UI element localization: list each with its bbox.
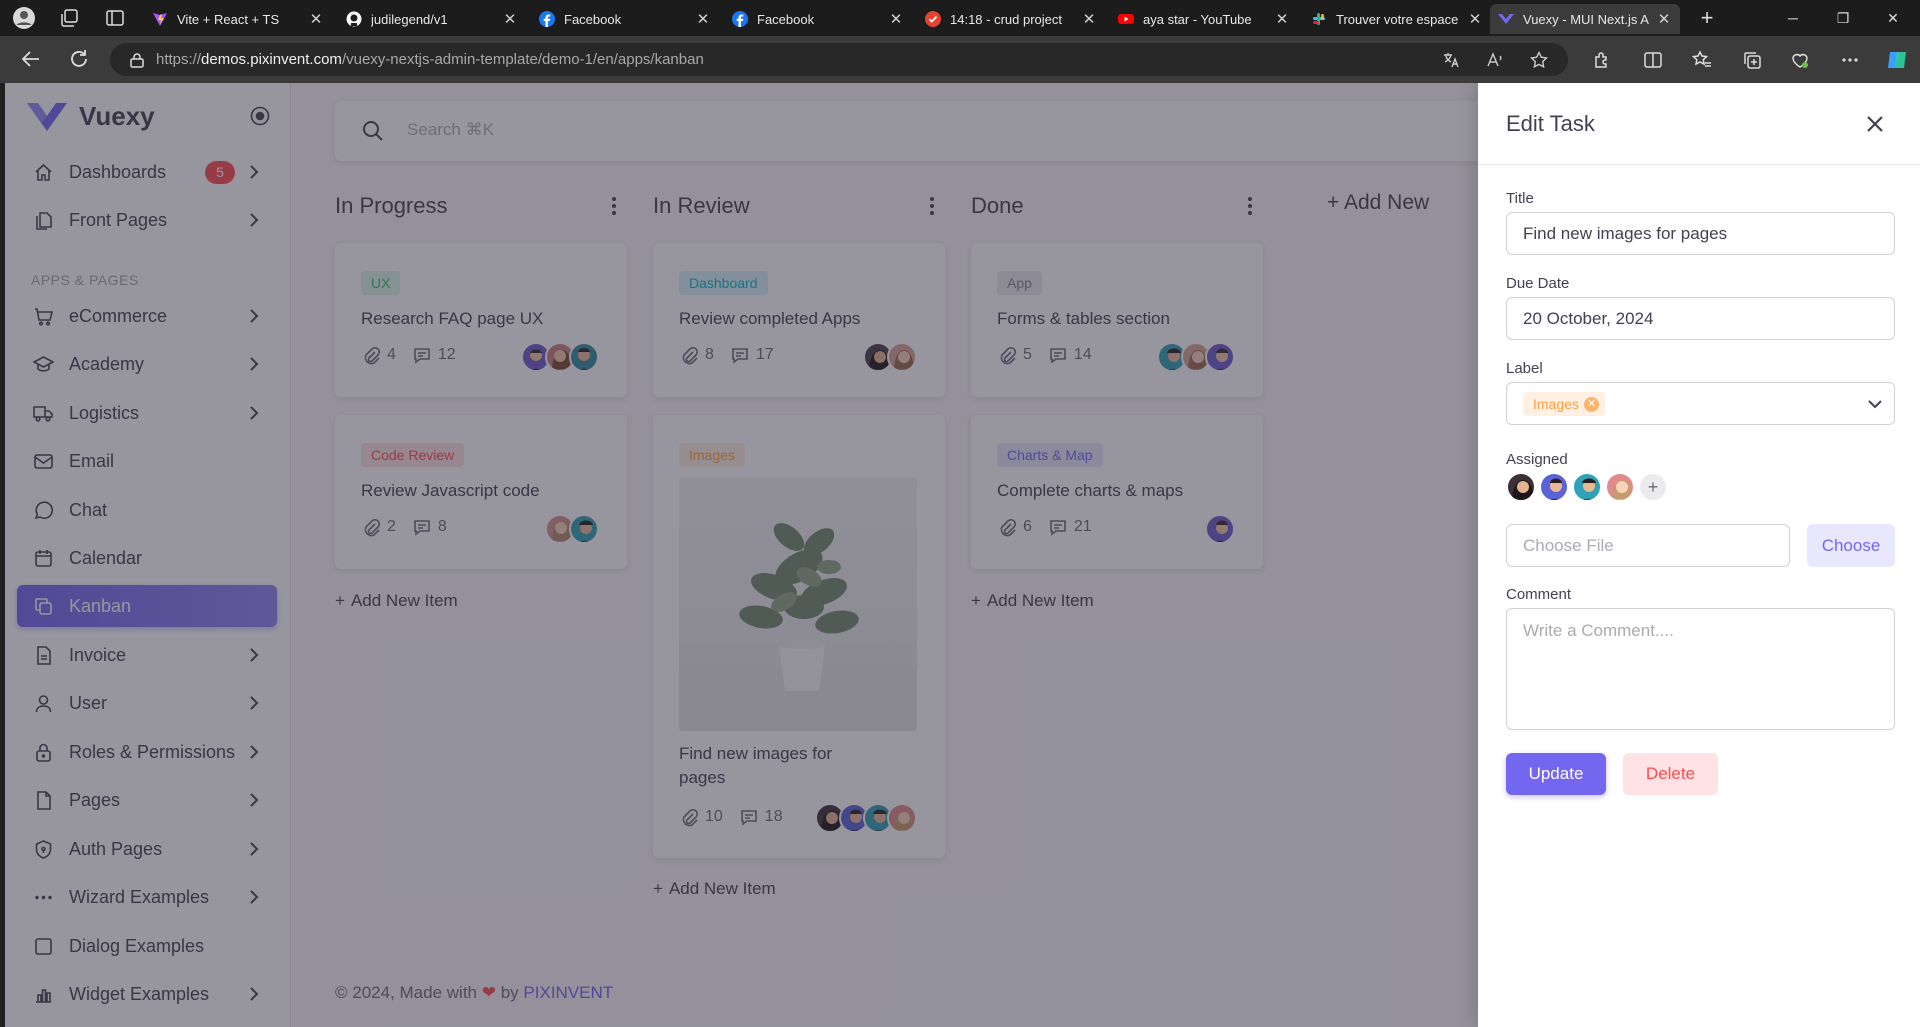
tab-title: Vuexy - MUI Next.js A bbox=[1523, 11, 1649, 27]
favorites-icon[interactable] bbox=[1692, 50, 1712, 70]
choose-file-button[interactable]: Choose bbox=[1807, 524, 1895, 567]
tab-title: 14:18 - crud project bbox=[950, 11, 1063, 27]
back-arrow-icon[interactable] bbox=[20, 48, 42, 70]
youtube-icon bbox=[1118, 11, 1134, 27]
translate-icon[interactable] bbox=[1442, 51, 1460, 69]
address-bar[interactable]: https://demos.pixinvent.com/vuexy-nextjs… bbox=[110, 43, 1568, 76]
favorite-star-icon[interactable] bbox=[1530, 51, 1548, 69]
more-menu-icon[interactable] bbox=[1840, 50, 1860, 70]
split-screen-icon[interactable] bbox=[1643, 50, 1663, 70]
assigned-label: Assigned bbox=[1506, 451, 1568, 468]
label-chip[interactable]: Images ✕ bbox=[1523, 392, 1605, 416]
title-label: Title bbox=[1506, 190, 1534, 207]
avatar[interactable] bbox=[1539, 472, 1569, 502]
tab-title: Facebook bbox=[757, 11, 815, 27]
browser-tab[interactable]: Vite + React + TS ✕ bbox=[144, 4, 332, 34]
lock-icon bbox=[130, 52, 144, 68]
tab-close-icon[interactable]: ✕ bbox=[695, 10, 711, 28]
tab-title: aya star - YouTube bbox=[1143, 11, 1252, 27]
github-icon bbox=[346, 11, 362, 27]
read-aloud-icon[interactable] bbox=[1486, 51, 1504, 69]
browser-tab-bar: Vite + React + TS ✕ judilegend/v1 ✕ Face… bbox=[0, 0, 1920, 36]
file-input[interactable]: Choose File bbox=[1506, 524, 1790, 567]
drawer-header: Edit Task bbox=[1478, 83, 1920, 165]
facebook-icon bbox=[539, 11, 555, 27]
slack-icon bbox=[1311, 11, 1327, 27]
browser-tab[interactable]: judilegend/v1 ✕ bbox=[338, 4, 526, 34]
add-assignee-button[interactable]: + bbox=[1640, 474, 1666, 500]
tab-close-icon[interactable]: ✕ bbox=[502, 10, 518, 28]
tab-close-icon[interactable]: ✕ bbox=[1274, 10, 1290, 28]
comment-label: Comment bbox=[1506, 586, 1572, 603]
workspaces-icon[interactable] bbox=[58, 6, 82, 30]
update-button[interactable]: Update bbox=[1506, 753, 1606, 795]
tab-close-icon[interactable]: ✕ bbox=[1467, 10, 1483, 28]
todo-check-icon bbox=[925, 11, 941, 27]
minimize-button[interactable]: ─ bbox=[1770, 4, 1816, 32]
tab-title: Vite + React + TS bbox=[177, 11, 280, 27]
vuexy-icon bbox=[1498, 11, 1514, 27]
label-label: Label bbox=[1506, 360, 1543, 377]
avatar[interactable] bbox=[1605, 472, 1635, 502]
tab-close-icon[interactable]: ✕ bbox=[1081, 10, 1097, 28]
tab-close-icon[interactable]: ✕ bbox=[308, 10, 324, 28]
label-select[interactable]: Images ✕ bbox=[1506, 382, 1895, 425]
new-tab-button[interactable]: + bbox=[1695, 6, 1719, 30]
maximize-button[interactable]: ❐ bbox=[1820, 4, 1866, 32]
chip-remove-icon[interactable]: ✕ bbox=[1583, 396, 1599, 412]
close-window-button[interactable]: ✕ bbox=[1870, 4, 1916, 32]
browser-tab[interactable]: Trouver votre espace ✕ bbox=[1303, 4, 1491, 34]
assigned-avatars: + bbox=[1506, 472, 1666, 502]
app-viewport: Vuexy Dashboards 5 Front Pages APPS & PA… bbox=[5, 83, 1920, 1027]
extensions-icon[interactable] bbox=[1592, 50, 1612, 70]
drawer-title: Edit Task bbox=[1506, 111, 1595, 136]
collections-icon[interactable] bbox=[1742, 50, 1762, 70]
url-text: https://demos.pixinvent.com/vuexy-nextjs… bbox=[156, 51, 704, 68]
due-date-label: Due Date bbox=[1506, 275, 1570, 292]
vite-icon bbox=[152, 11, 168, 27]
browser-toolbar: https://demos.pixinvent.com/vuexy-nextjs… bbox=[0, 36, 1920, 83]
profile-icon[interactable] bbox=[12, 6, 36, 30]
browser-tab-active[interactable]: Vuexy - MUI Next.js A ✕ bbox=[1490, 4, 1680, 34]
tab-close-icon[interactable]: ✕ bbox=[1656, 10, 1672, 28]
vertical-tabs-icon[interactable] bbox=[103, 6, 127, 30]
delete-button[interactable]: Delete bbox=[1623, 753, 1718, 795]
copilot-icon[interactable] bbox=[1885, 48, 1909, 72]
chevron-down-icon bbox=[1868, 400, 1882, 409]
browser-tab[interactable]: Facebook ✕ bbox=[724, 4, 912, 34]
due-date-input[interactable]: 20 October, 2024 bbox=[1506, 297, 1895, 340]
avatar[interactable] bbox=[1572, 472, 1602, 502]
facebook-icon bbox=[732, 11, 748, 27]
browser-tab[interactable]: aya star - YouTube ✕ bbox=[1110, 4, 1298, 34]
comment-textarea[interactable]: Write a Comment.... bbox=[1506, 608, 1895, 730]
refresh-icon[interactable] bbox=[68, 48, 90, 70]
edit-task-drawer: Edit Task Title Find new images for page… bbox=[1478, 83, 1920, 1027]
avatar[interactable] bbox=[1506, 472, 1536, 502]
browser-tab[interactable]: Facebook ✕ bbox=[531, 4, 719, 34]
tab-title: Trouver votre espace bbox=[1336, 11, 1459, 27]
tab-title: judilegend/v1 bbox=[371, 11, 448, 27]
browser-essentials-icon[interactable] bbox=[1790, 50, 1810, 70]
close-icon[interactable] bbox=[1861, 110, 1889, 138]
title-input[interactable]: Find new images for pages bbox=[1506, 212, 1895, 255]
browser-tab[interactable]: 14:18 - crud project ✕ bbox=[917, 4, 1105, 34]
tab-title: Facebook bbox=[564, 11, 622, 27]
tab-close-icon[interactable]: ✕ bbox=[888, 10, 904, 28]
